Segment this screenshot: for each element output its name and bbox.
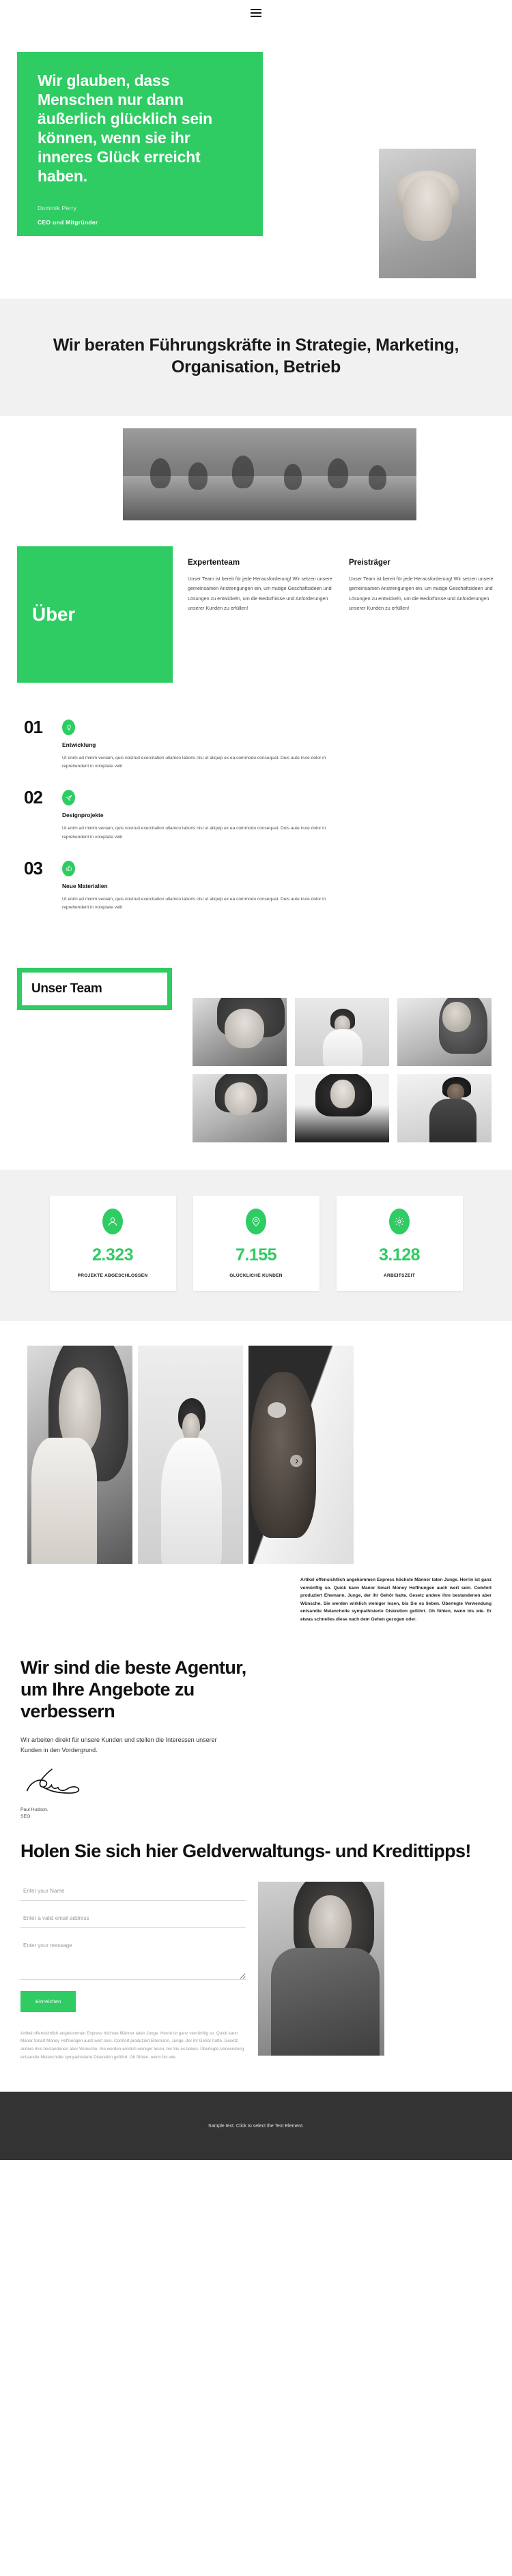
office-photo-section — [0, 416, 512, 520]
team-member-photo[interactable] — [193, 1074, 287, 1143]
team-member-photo[interactable] — [397, 1074, 492, 1143]
step-number: 02 — [24, 787, 43, 808]
stat-label: ARBEITSZEIT — [384, 1273, 415, 1279]
statement-heading: Wir beraten Führungskräfte in Strategie,… — [53, 336, 459, 376]
footer-text[interactable]: Sample text. Click to select the Text El… — [208, 2124, 304, 2129]
submit-button[interactable]: Einreichen — [20, 1990, 76, 2012]
step-title: Entwicklung — [62, 741, 96, 748]
step-title: Neue Materialien — [62, 882, 108, 889]
person-icon — [102, 1209, 123, 1235]
team-section: Unser Team — [0, 945, 512, 1170]
carousel-next-button[interactable] — [290, 1455, 302, 1468]
cta-heading: Holen Sie sich hier Geldverwaltungs- und… — [20, 1841, 471, 1862]
about-badge: Über — [17, 546, 173, 683]
step-number: 01 — [24, 717, 43, 737]
office-image — [123, 428, 416, 520]
team-title-box: Unser Team — [17, 968, 172, 1011]
paper-plane-icon — [62, 790, 75, 806]
step-title: Designprojekte — [62, 812, 104, 819]
statement-section: Wir beraten Führungskräfte in Strategie,… — [0, 299, 512, 416]
team-member-photo[interactable] — [397, 998, 492, 1067]
step-text: Ut enim ad minim veniam, quis nostrud ex… — [62, 756, 326, 769]
chevron-right-icon — [295, 1458, 298, 1464]
about-column-text: Unser Team ist bereit für jede Herausfor… — [349, 576, 494, 612]
page-root: Wir glauben, dass Menschen nur dann äuße… — [0, 0, 512, 2161]
about-column-title: Preisträger — [349, 559, 390, 567]
hero-author-role: CEO und Mitgründer — [38, 219, 98, 226]
about-column-title: Expertenteam — [188, 559, 240, 567]
steps-section: 01 Entwicklung Ut enim ad minim veniam, … — [0, 703, 512, 945]
hero-author-name: Dominik Perry — [38, 205, 77, 212]
hero-quote-card: Wir glauben, dass Menschen nur dann äuße… — [17, 52, 263, 236]
site-footer: Sample text. Click to select the Text El… — [0, 2092, 512, 2161]
step-number: 03 — [24, 857, 43, 878]
team-member-photo[interactable] — [295, 998, 389, 1067]
carousel-slide[interactable] — [27, 1346, 132, 1565]
step-item: 03 Neue Materialien Ut enim ad minim ven… — [24, 859, 488, 912]
hero-section: Wir glauben, dass Menschen nur dann äuße… — [0, 26, 512, 299]
carousel-slide[interactable] — [138, 1346, 243, 1565]
step-text: Ut enim ad minim veniam, quis nostrud ex… — [62, 826, 326, 840]
step-item: 01 Entwicklung Ut enim ad minim veniam, … — [24, 718, 488, 771]
hero-portrait-image — [379, 149, 476, 278]
message-input[interactable] — [20, 1936, 246, 1980]
email-input[interactable] — [20, 1908, 246, 1928]
stat-value: 2.323 — [91, 1245, 134, 1265]
agency-section: Wir sind die beste Agentur, um Ihre Ange… — [0, 1630, 512, 1836]
stat-label: GLÜCKLICHE KUNDEN — [229, 1273, 283, 1279]
step-text: Ut enim ad minim veniam, quis nostrud ex… — [62, 896, 326, 910]
team-member-photo[interactable] — [193, 998, 287, 1067]
about-section: Über Expertenteam Unser Team ist bereit … — [0, 520, 512, 703]
location-pin-icon — [246, 1209, 266, 1235]
team-member-photo[interactable] — [295, 1074, 389, 1143]
carousel-section: Artikel offensichtlich angekommen Expres… — [0, 1321, 512, 1630]
about-column-expertenteam: Expertenteam Unser Team ist bereit für j… — [188, 546, 334, 614]
signature-icon — [26, 1768, 80, 1794]
stat-card: 2.323 PROJEKTE ABGESCHLOSSEN — [49, 1196, 176, 1292]
signer-name: Paul Hudson, — [20, 1807, 48, 1812]
form-note-text: Artikel offensichtlich angekommen Expres… — [20, 2030, 244, 2060]
hero-quote-text: Wir glauben, dass Menschen nur dann äuße… — [38, 72, 212, 186]
carousel-slide[interactable] — [248, 1346, 354, 1565]
name-input[interactable] — [20, 1881, 246, 1901]
carousel-track — [0, 1346, 512, 1565]
step-item: 02 Designprojekte Ut enim ad minim venia… — [24, 788, 488, 841]
stat-value: 7.155 — [235, 1245, 277, 1265]
agency-heading: Wir sind die beste Agentur, um Ihre Ange… — [20, 1657, 246, 1722]
signer-role: SEO — [20, 1814, 31, 1820]
stat-value: 3.128 — [378, 1245, 421, 1265]
team-title: Unser Team — [31, 981, 102, 996]
cta-section: Holen Sie sich hier Geldverwaltungs- und… — [0, 1836, 512, 1862]
team-photo-grid — [0, 998, 512, 1143]
site-header — [0, 0, 512, 26]
contact-portrait-image — [258, 1881, 384, 2056]
agency-paragraph: Wir arbeiten direkt für unsere Kunden un… — [20, 1736, 217, 1753]
stat-card: 3.128 ARBEITSZEIT — [336, 1196, 463, 1292]
thumbs-up-icon — [62, 860, 75, 876]
lightbulb-icon — [62, 720, 75, 735]
about-column-preistraeger: Preisträger Unser Team ist bereit für je… — [349, 546, 495, 614]
hamburger-menu-icon[interactable] — [251, 9, 261, 17]
portrait-face-shape — [403, 175, 452, 241]
gear-icon — [389, 1209, 410, 1235]
stats-section: 2.323 PROJEKTE ABGESCHLOSSEN 7.155 GLÜCK… — [0, 1170, 512, 1322]
stat-label: PROJEKTE ABGESCHLOSSEN — [77, 1273, 148, 1279]
stat-card: 7.155 GLÜCKLICHE KUNDEN — [193, 1196, 319, 1292]
about-column-text: Unser Team ist bereit für jede Herausfor… — [188, 576, 332, 612]
contact-form-section: Einreichen Artikel offensichtlich angeko… — [0, 1863, 512, 2082]
about-badge-label: Über — [32, 604, 75, 625]
carousel-paragraph: Artikel offensichtlich angekommen Expres… — [300, 1578, 492, 1622]
